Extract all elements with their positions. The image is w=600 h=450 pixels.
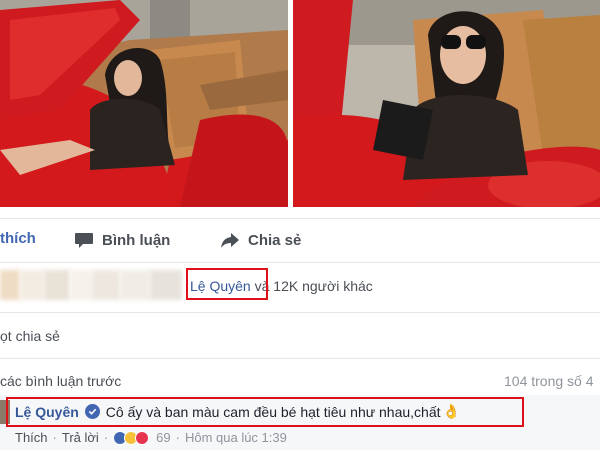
shares-count[interactable]: ọt chia sẻ [0, 328, 60, 344]
car-driver-photo-right [293, 0, 600, 207]
separator-dot: · [103, 430, 109, 445]
love-reaction-icon [135, 430, 150, 445]
share-arrow-icon [221, 233, 239, 248]
comment-like-link[interactable]: Thích [15, 430, 48, 445]
post-photo-left[interactable] [0, 0, 288, 207]
shares-text: ọt chia sẻ [0, 328, 60, 344]
separator [0, 312, 600, 313]
reactions-summary: Lệ Quyên và 12K người khác [0, 268, 600, 304]
comment-item: Lệ Quyên Cô ấy và ban màu cam đều bé hạt… [0, 395, 600, 450]
comments-count: 104 trong số 4 [504, 373, 594, 389]
share-button-label: Chia sẻ [248, 231, 302, 249]
separator [0, 218, 600, 219]
like-button[interactable]: thích [0, 230, 36, 247]
comment-actions: Thích · Trả lời · 69 · Hôm qua lúc 1:39 [15, 430, 287, 445]
blurred-reactor-avatars [0, 270, 182, 300]
reactions-others-text: và 12K người khác [250, 278, 373, 294]
comment-timestamp[interactable]: Hôm qua lúc 1:39 [185, 430, 287, 445]
comment-reply-link[interactable]: Trả lời [62, 430, 99, 445]
comment-button-label: Bình luận [102, 231, 171, 249]
share-button[interactable]: Chia sẻ [220, 230, 301, 250]
post-action-bar: thích Bình luận Chia sẻ [0, 222, 600, 258]
post-photo-right[interactable] [293, 0, 600, 207]
comment-reactions[interactable] [113, 430, 150, 445]
car-driver-photo-left [0, 0, 288, 207]
highlight-box [186, 268, 268, 300]
view-previous-comments[interactable]: các bình luận trước 104 trong số 4 [0, 373, 600, 389]
separator [0, 262, 600, 263]
speech-bubble-icon [75, 233, 93, 248]
separator-dot: · [175, 430, 180, 445]
post-photos [0, 0, 600, 207]
separator-dot: · [52, 430, 57, 445]
highlight-box [6, 397, 524, 427]
previous-comments-link[interactable]: các bình luận trước [0, 373, 121, 389]
comment-reaction-count: 69 [156, 430, 171, 445]
separator [0, 358, 600, 359]
comment-button[interactable]: Bình luận [74, 230, 170, 250]
like-button-label: thích [0, 230, 36, 247]
